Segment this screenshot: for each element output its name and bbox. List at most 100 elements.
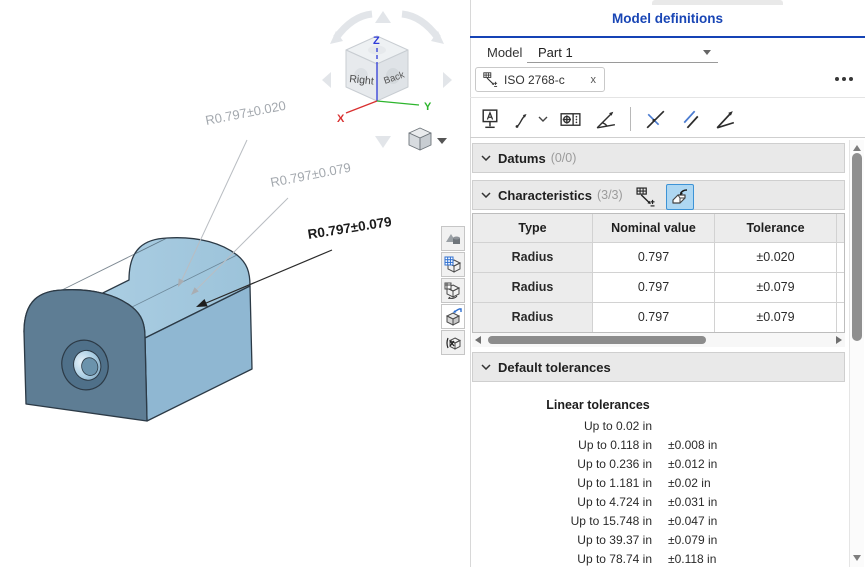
tolerance-range: Up to 78.74 in bbox=[470, 552, 652, 567]
rotate-up-arrow-icon[interactable] bbox=[375, 11, 391, 23]
characteristics-actions bbox=[636, 184, 694, 210]
part-model[interactable] bbox=[24, 238, 252, 421]
tolerance-row: Up to 39.37 in ±0.079 in bbox=[470, 533, 726, 552]
tolerance-row: Up to 78.74 in ±0.118 in bbox=[470, 552, 726, 567]
panel-title: Model definitions bbox=[470, 11, 865, 26]
more-menu-button[interactable] bbox=[832, 74, 856, 84]
horizontal-scrollbar-thumb[interactable] bbox=[488, 336, 706, 344]
feature-control-frame-icon bbox=[558, 107, 583, 132]
hide-annotations-icon bbox=[444, 334, 462, 352]
app-window: R0.797±0.020 R0.797±0.079 R0.797±0.079 R… bbox=[0, 0, 865, 567]
hide-annotations-button[interactable] bbox=[441, 330, 465, 355]
tolerance-value: ±0.008 in bbox=[668, 438, 726, 457]
cell-type[interactable]: Radius bbox=[473, 273, 593, 302]
linear-tolerances-title: Linear tolerances bbox=[470, 398, 726, 412]
column-overflow bbox=[837, 214, 844, 242]
section-characteristics-count: (3/3) bbox=[597, 188, 623, 202]
export-view-button[interactable] bbox=[441, 304, 465, 329]
tolerance-table-icon bbox=[483, 72, 499, 88]
ellipsis-icon bbox=[842, 77, 846, 81]
pan-right-arrow-icon[interactable] bbox=[443, 72, 452, 88]
chip-close-button[interactable]: x bbox=[590, 74, 598, 86]
cell-type[interactable]: Radius bbox=[473, 243, 593, 272]
tolerance-value: ±0.031 in bbox=[668, 495, 726, 514]
tolerance-table-icon bbox=[636, 187, 657, 208]
view-cube-face-right-label[interactable]: Right bbox=[349, 73, 375, 88]
pan-left-arrow-icon[interactable] bbox=[322, 72, 331, 88]
ellipsis-icon bbox=[835, 77, 839, 81]
model-dropdown[interactable]: Part 1 bbox=[527, 42, 718, 63]
cell-nominal[interactable]: 0.797 bbox=[593, 243, 715, 272]
tolerance-row: Up to 0.02 in bbox=[470, 419, 726, 438]
cell-nominal[interactable]: 0.797 bbox=[593, 273, 715, 302]
appearance-button[interactable] bbox=[441, 226, 465, 251]
table-row[interactable]: Radius 0.797 ±0.079 bbox=[473, 302, 844, 332]
table-row[interactable]: Radius 0.797 ±0.079 bbox=[473, 272, 844, 302]
section-characteristics[interactable]: Characteristics (3/3) bbox=[472, 180, 845, 210]
divider bbox=[470, 97, 865, 98]
horizontal-scrollbar[interactable] bbox=[472, 333, 845, 347]
characteristics-table: Type Nominal value Tolerance Radius 0.79… bbox=[472, 213, 845, 333]
axis-z-label: Z bbox=[373, 35, 380, 47]
cell-overflow bbox=[837, 303, 844, 332]
angularity-button[interactable] bbox=[712, 106, 739, 133]
rotate-grid-cube-button[interactable] bbox=[441, 278, 465, 303]
angle-dimension-button[interactable] bbox=[592, 106, 619, 133]
chevron-down-icon bbox=[481, 155, 491, 161]
leader-dimension-button[interactable] bbox=[512, 106, 549, 133]
cell-tolerance[interactable]: ±0.020 bbox=[715, 243, 837, 272]
cell-tolerance[interactable]: ±0.079 bbox=[715, 303, 837, 332]
axis-x-label: X bbox=[337, 113, 345, 125]
divider bbox=[470, 137, 865, 138]
scroll-up-arrow-icon[interactable] bbox=[853, 145, 861, 151]
intersection-icon bbox=[643, 107, 668, 132]
section-datums[interactable]: Datums (0/0) bbox=[472, 143, 845, 173]
vertical-scrollbar[interactable] bbox=[849, 140, 864, 567]
scroll-left-arrow-icon[interactable] bbox=[475, 336, 481, 344]
tolerance-value bbox=[668, 419, 726, 438]
display-mode-button[interactable] bbox=[409, 128, 447, 150]
axis-y-label: Y bbox=[424, 101, 432, 113]
cell-tolerance[interactable]: ±0.079 bbox=[715, 273, 837, 302]
gdt-toolbar bbox=[477, 104, 739, 134]
tolerance-table-button[interactable] bbox=[636, 187, 657, 208]
tolerance-value: ±0.047 in bbox=[668, 514, 726, 533]
rotate-down-arrow-icon[interactable] bbox=[375, 136, 391, 148]
section-datums-title: Datums bbox=[498, 151, 546, 166]
standard-chip-label: ISO 2768-c bbox=[504, 73, 590, 87]
rotate-left-arrow-icon[interactable] bbox=[336, 14, 372, 38]
scroll-down-arrow-icon[interactable] bbox=[853, 555, 861, 561]
section-characteristics-title: Characteristics bbox=[498, 188, 592, 203]
feature-control-frame-button[interactable] bbox=[557, 106, 584, 133]
export-view-icon bbox=[444, 308, 462, 326]
parallel-lines-button[interactable] bbox=[677, 106, 704, 133]
tolerance-value: ±0.118 in bbox=[668, 552, 726, 567]
display-mode-caret-icon[interactable] bbox=[437, 138, 447, 144]
datum-label-button[interactable] bbox=[477, 106, 504, 133]
appearance-icon bbox=[444, 230, 462, 248]
table-header-row: Type Nominal value Tolerance bbox=[473, 214, 844, 242]
cell-nominal[interactable]: 0.797 bbox=[593, 303, 715, 332]
cell-overflow bbox=[837, 273, 844, 302]
model-dropdown-value: Part 1 bbox=[538, 45, 573, 60]
rotate-grid-cube-icon bbox=[444, 282, 462, 300]
scroll-right-arrow-icon[interactable] bbox=[836, 336, 842, 344]
table-row[interactable]: Radius 0.797 ±0.020 bbox=[473, 242, 844, 272]
vertical-scrollbar-thumb[interactable] bbox=[852, 153, 862, 341]
display-grid-cube-button[interactable] bbox=[441, 252, 465, 277]
tolerance-range: Up to 0.236 in bbox=[470, 457, 652, 476]
tolerance-row: Up to 1.181 in ±0.02 in bbox=[470, 476, 726, 495]
tolerance-value: ±0.079 in bbox=[668, 533, 726, 552]
import-from-model-button[interactable] bbox=[666, 184, 694, 210]
datum-label-icon bbox=[478, 107, 503, 132]
chevron-down-icon bbox=[703, 50, 711, 55]
column-header-type: Type bbox=[473, 214, 593, 242]
view-cube[interactable]: Right Back Z X Y bbox=[315, 0, 465, 160]
rotate-right-arrow-icon[interactable] bbox=[402, 14, 438, 38]
intersection-button[interactable] bbox=[642, 106, 669, 133]
parallel-lines-icon bbox=[678, 107, 703, 132]
cell-type[interactable]: Radius bbox=[473, 303, 593, 332]
standard-chip[interactable]: ISO 2768-c x bbox=[475, 67, 605, 92]
section-default-tolerances[interactable]: Default tolerances bbox=[472, 352, 845, 382]
tolerance-range: Up to 1.181 in bbox=[470, 476, 652, 495]
